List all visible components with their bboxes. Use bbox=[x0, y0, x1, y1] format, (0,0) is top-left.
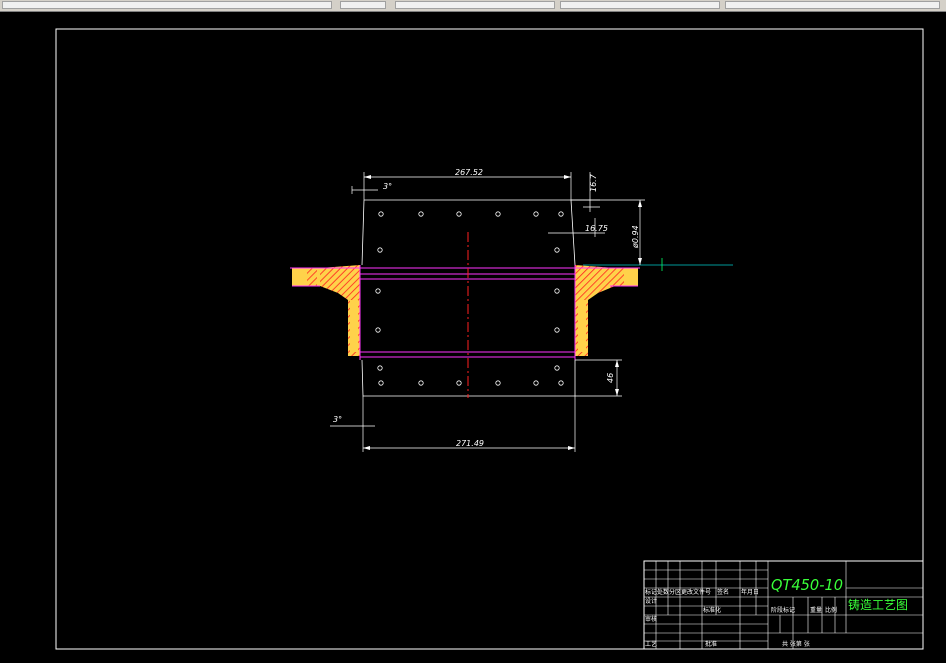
title-sheets: 共 张第 张 bbox=[782, 640, 810, 648]
title-scale: 比例 bbox=[825, 606, 837, 614]
title-stage-mark: 阶段标记 bbox=[771, 606, 795, 614]
drawing-border bbox=[55, 28, 924, 650]
title-check: 审核 bbox=[645, 615, 657, 623]
title-mark: 标记 bbox=[645, 588, 657, 596]
dim-right-top: 16.7 bbox=[589, 173, 598, 192]
title-weight: 重量 bbox=[810, 606, 822, 614]
dim-top-width: 267.52 bbox=[455, 168, 483, 177]
dim-diameter: ø0.94 bbox=[631, 225, 640, 249]
dim-top-angle: 3° bbox=[383, 182, 392, 191]
title-material: QT450-10 bbox=[771, 576, 843, 594]
dim-bottom-height: 46 bbox=[606, 373, 615, 383]
title-approve: 批准 bbox=[705, 640, 717, 648]
dim-inner-offset: 16.75 bbox=[585, 224, 608, 233]
title-signature: 签名 bbox=[717, 588, 729, 596]
title-zone: 分区 bbox=[669, 588, 681, 596]
dimension-lines bbox=[330, 172, 645, 452]
dim-bottom-width: 271.49 bbox=[456, 439, 484, 448]
right-casting-section bbox=[575, 265, 638, 356]
dim-bottom-angle: 3° bbox=[333, 415, 342, 424]
title-block: QT450-10 铸造工艺图 阶段标记 重量 比例 共 张第 张 设计 审核 工… bbox=[643, 560, 924, 650]
cad-drawing-canvas[interactable]: 267.52 3° 16.7 16.75 ø0.94 46 3° 271.49 bbox=[0, 0, 946, 663]
core-vent-holes bbox=[375, 211, 564, 386]
title-date: 年月日 bbox=[741, 588, 759, 596]
title-standard: 标准化 bbox=[703, 606, 721, 614]
title-change-doc: 更改文件号 bbox=[681, 588, 711, 596]
title-process: 工艺 bbox=[645, 640, 657, 648]
title-drawing-name: 铸造工艺图 bbox=[848, 597, 908, 612]
dimension-arrows bbox=[363, 175, 642, 450]
title-designer: 设计 bbox=[645, 597, 657, 605]
title-count: 处数 bbox=[657, 588, 669, 596]
left-casting-section bbox=[292, 265, 360, 356]
